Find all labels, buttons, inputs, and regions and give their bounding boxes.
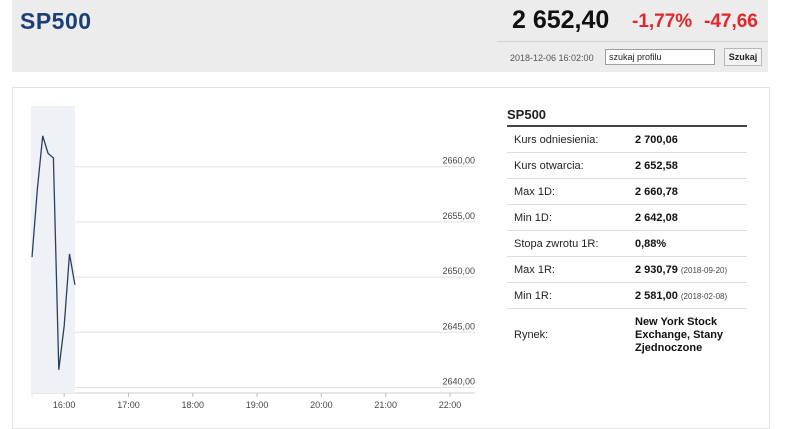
info-label: Rynek: — [507, 308, 635, 361]
info-row-reference: Kurs odniesienia: 2 700,06 — [507, 125, 747, 153]
info-date: (2018-09-20) — [680, 265, 728, 275]
info-value: New York Stock Exchange, Stany Zjednoczo… — [635, 308, 747, 361]
info-value: 2 660,78 — [635, 178, 747, 205]
x-tick-label: 22:00 — [439, 400, 462, 410]
info-value: 2 581,00 (2018-02-08) — [635, 282, 747, 309]
info-value: 2 642,08 — [635, 204, 747, 231]
info-label: Min 1R: — [507, 282, 635, 309]
search-profile-input[interactable] — [605, 49, 715, 65]
y-tick-label: 2655,00 — [442, 211, 475, 221]
y-tick-label: 2660,00 — [442, 156, 475, 166]
info-row-max-1y: Max 1R: 2 930,79 (2018-09-20) — [507, 256, 747, 283]
change-absolute: -47,66 — [704, 11, 758, 32]
search-button[interactable]: Szukaj — [724, 48, 762, 66]
info-title: SP500 — [507, 107, 547, 122]
price-chart: 2660,00 2655,00 2650,00 2645,00 2640,00 16:00… — [31, 106, 475, 410]
instrument-title: SP500 — [20, 8, 92, 34]
quote-timestamp: 2018-12-06 16:02:00 — [510, 53, 594, 63]
y-tick-label: 2645,00 — [442, 321, 475, 331]
info-row-max-1d: Max 1D: 2 660,78 — [507, 178, 747, 205]
info-table: Kurs odniesienia: 2 700,06 Kurs otwarcia… — [507, 125, 747, 361]
y-tick-label: 2650,00 — [442, 266, 475, 276]
quote-header: SP500 2 652,40 -1,77% -47,66 2018-12-06 … — [12, 0, 768, 72]
x-tick-label: 17:00 — [117, 400, 140, 410]
info-label: Min 1D: — [507, 204, 635, 231]
info-label: Stopa zwrotu 1R: — [507, 230, 635, 257]
info-row-min-1y: Min 1R: 2 581,00 (2018-02-08) — [507, 282, 747, 309]
info-value: 2 930,79 (2018-09-20) — [635, 256, 747, 283]
info-label: Max 1R: — [507, 256, 635, 283]
info-label: Kurs odniesienia: — [507, 125, 635, 153]
info-label: Max 1D: — [507, 178, 635, 205]
change-percent: -1,77% — [632, 11, 693, 32]
info-value: 0,88% — [635, 230, 747, 257]
info-date: (2018-02-08) — [680, 291, 728, 301]
info-label: Kurs otwarcia: — [507, 152, 635, 179]
x-tick-label: 18:00 — [182, 400, 205, 410]
header-divider — [497, 41, 768, 42]
info-value: 2 700,06 — [635, 125, 747, 153]
info-row-return-1y: Stopa zwrotu 1R: 0,88% — [507, 230, 747, 257]
info-row-market: Rynek: New York Stock Exchange, Stany Zj… — [507, 308, 747, 361]
info-row-open: Kurs otwarcia: 2 652,58 — [507, 152, 747, 179]
y-tick-label: 2640,00 — [442, 376, 475, 386]
session-shade — [32, 106, 75, 393]
last-price: 2 652,40 — [512, 6, 610, 34]
x-tick-label: 19:00 — [246, 400, 269, 410]
x-tick-label: 16:00 — [53, 400, 76, 410]
x-tick-label: 20:00 — [310, 400, 333, 410]
info-row-min-1d: Min 1D: 2 642,08 — [507, 204, 747, 231]
x-tick-label: 21:00 — [374, 400, 397, 410]
info-value: 2 652,58 — [635, 152, 747, 179]
